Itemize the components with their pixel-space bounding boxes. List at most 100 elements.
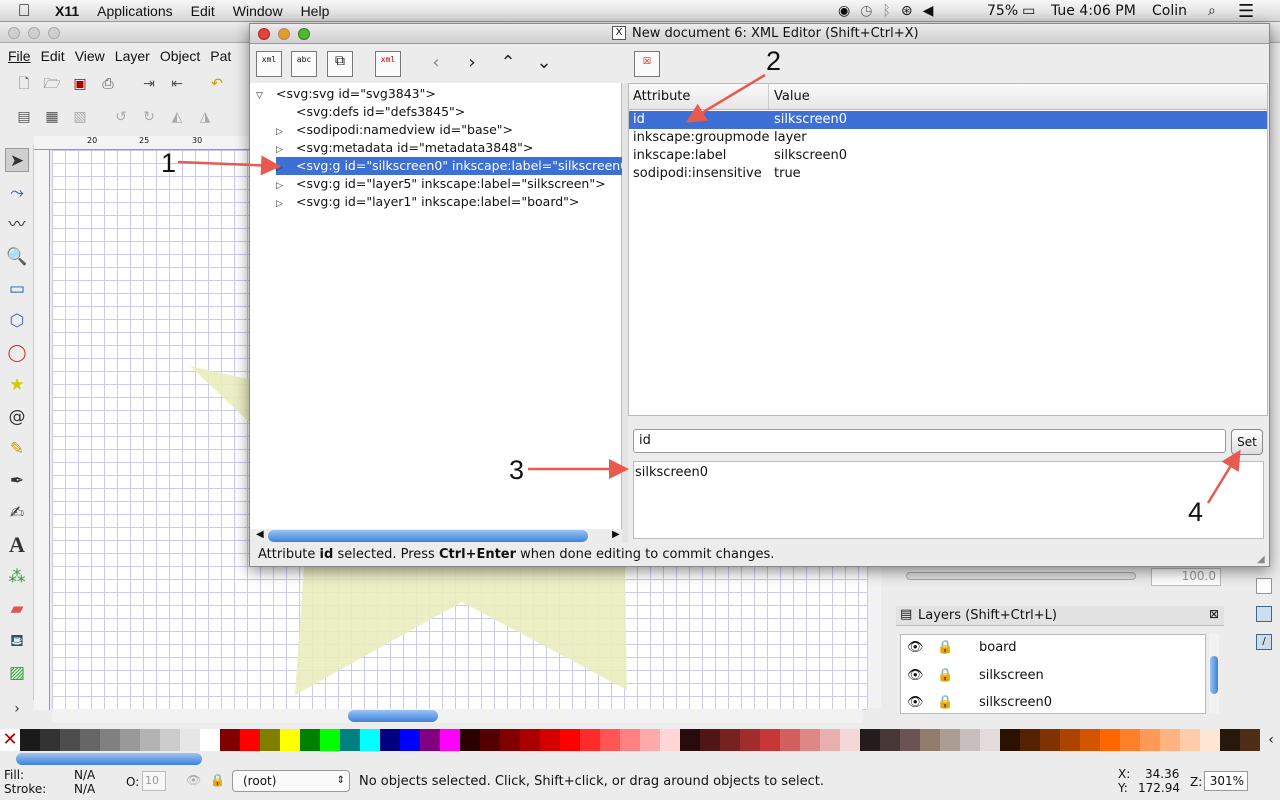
scroll-thumb[interactable]	[1210, 656, 1218, 694]
new-text-node-button[interactable]: abc	[291, 51, 317, 77]
ellipse-tool-icon[interactable]: ◯	[5, 341, 29, 365]
color-swatch[interactable]	[520, 729, 540, 751]
spotlight-icon[interactable]: ⌕	[1208, 0, 1216, 22]
canvas-horizontal-scrollbar[interactable]	[52, 709, 862, 723]
color-swatch[interactable]	[480, 729, 500, 751]
color-swatch[interactable]	[260, 729, 280, 751]
layer-row[interactable]: 👁 🔒 board	[901, 637, 1201, 661]
color-swatch[interactable]	[1180, 729, 1200, 751]
color-swatch[interactable]	[100, 729, 120, 751]
color-swatch[interactable]	[160, 729, 180, 751]
undo-icon[interactable]: ↶	[208, 75, 226, 93]
color-swatch[interactable]	[320, 729, 340, 751]
layer-name[interactable]: silkscreen	[979, 668, 1044, 683]
eye-icon[interactable]: 👁	[907, 668, 924, 683]
grid-icon[interactable]	[1256, 606, 1272, 622]
menu-view[interactable]: View	[70, 48, 110, 64]
color-swatch[interactable]	[120, 729, 140, 751]
save-icon[interactable]: ▣	[71, 75, 89, 93]
chrome-icon[interactable]: ◉	[838, 3, 850, 19]
attribute-row[interactable]: inkscape:groupmode layer	[629, 129, 1267, 147]
color-swatch[interactable]	[1020, 729, 1040, 751]
attribute-name-input[interactable]: id	[633, 429, 1226, 453]
sync-icon[interactable]: ⊛	[901, 3, 913, 19]
duplicate-node-button[interactable]: ⧉	[327, 51, 353, 77]
color-swatch[interactable]	[420, 729, 440, 751]
unindent-icon[interactable]: ‹	[426, 53, 446, 73]
color-swatch[interactable]	[620, 729, 640, 751]
tree-node[interactable]: <svg:defs id="defs3845">	[276, 103, 622, 121]
zoom-field[interactable]: 301%	[1204, 771, 1248, 791]
collapsed-triangle-icon[interactable]: ▷	[276, 195, 288, 211]
color-swatch[interactable]	[60, 729, 80, 751]
color-swatch[interactable]	[20, 729, 40, 751]
color-swatch[interactable]	[220, 729, 240, 751]
rotate-ccw-icon[interactable]: ↺	[112, 108, 130, 126]
collapsed-triangle-icon[interactable]: ▷	[276, 159, 288, 175]
toolbox-more-icon[interactable]: ›	[5, 697, 29, 721]
no-paint-swatch[interactable]: ✕	[0, 729, 20, 751]
attribute-row[interactable]: id silkscreen0	[629, 111, 1267, 129]
eye-icon[interactable]: 👁	[907, 640, 924, 655]
palette-scrollbar[interactable]	[16, 753, 202, 765]
color-swatch[interactable]	[720, 729, 740, 751]
tree-node[interactable]: ▷ <svg:g id="layer5" inkscape:label="silk…	[276, 175, 622, 193]
lock-status-icon[interactable]: 🔒	[210, 773, 225, 787]
opacity-spin[interactable]: 100.0	[1151, 568, 1221, 586]
color-swatch[interactable]	[540, 729, 560, 751]
color-swatch[interactable]	[200, 729, 220, 751]
menu-layer[interactable]: Layer	[110, 48, 155, 64]
color-swatch[interactable]	[700, 729, 720, 751]
layer-dropdown[interactable]: (root) ⇕	[232, 770, 350, 792]
color-swatch[interactable]	[800, 729, 820, 751]
snap-page-icon[interactable]	[1256, 578, 1272, 594]
color-swatch[interactable]	[460, 729, 480, 751]
tree-node[interactable]: ▷ <svg:g id="silkscreen0" inkscape:label=…	[276, 157, 622, 175]
tree-node[interactable]: ▷ <svg:g id="layer1" inkscape:label="boar…	[276, 193, 622, 211]
layer-name[interactable]: board	[979, 640, 1017, 655]
menu-applications[interactable]: Applications	[88, 3, 182, 19]
close-button[interactable]	[258, 28, 270, 40]
lock-icon[interactable]: 🔒	[937, 695, 953, 710]
color-swatch[interactable]	[580, 729, 600, 751]
selector-tool-icon[interactable]: ➤	[5, 148, 29, 172]
import-icon[interactable]: ⇥	[140, 75, 158, 93]
opacity-field[interactable]: 10	[142, 771, 166, 791]
layer-row[interactable]: 👁 🔒 silkscreen0	[901, 693, 1201, 715]
attribute-value-textarea[interactable]: silkscreen0	[633, 461, 1264, 539]
menu-app-x11[interactable]: X11	[46, 3, 88, 19]
color-swatch[interactable]	[1160, 729, 1180, 751]
menu-path[interactable]: Pat	[205, 48, 236, 64]
color-swatch[interactable]	[1140, 729, 1160, 751]
select-all-icon[interactable]: ▤	[15, 108, 33, 126]
node-tool-icon[interactable]: ⤳	[5, 181, 29, 205]
color-swatch[interactable]	[440, 729, 460, 751]
scroll-right-icon[interactable]: ▶	[612, 529, 620, 540]
indent-icon[interactable]: ›	[462, 53, 482, 73]
color-swatch[interactable]	[1000, 729, 1020, 751]
3dbox-tool-icon[interactable]: ⬡	[5, 309, 29, 333]
color-swatch[interactable]	[360, 729, 380, 751]
pen-tool-icon[interactable]: ✒	[5, 469, 29, 493]
minimize-button[interactable]	[278, 28, 290, 40]
resize-grip-icon[interactable]: ◢	[1257, 554, 1265, 565]
expanded-triangle-icon[interactable]: ▽	[256, 87, 268, 103]
color-swatch[interactable]	[900, 729, 920, 751]
bluetooth-icon[interactable]: ᛒ	[882, 3, 890, 19]
menu-edit[interactable]: Edit	[182, 3, 224, 19]
color-swatch[interactable]	[1240, 729, 1260, 751]
rotate-cw-icon[interactable]: ↻	[140, 108, 158, 126]
clock[interactable]: Tue 4:06 PM	[1051, 0, 1136, 22]
volume-icon[interactable]: ◀	[923, 3, 934, 19]
color-swatch[interactable]	[600, 729, 620, 751]
color-swatch[interactable]	[940, 729, 960, 751]
inkscape-minimize-button[interactable]	[28, 27, 40, 39]
color-swatch[interactable]	[560, 729, 580, 751]
color-swatch[interactable]	[80, 729, 100, 751]
deselect-icon[interactable]: ▧	[71, 108, 89, 126]
close-icon[interactable]: ⊠	[1209, 607, 1219, 621]
color-swatch[interactable]	[780, 729, 800, 751]
color-swatch[interactable]	[1200, 729, 1220, 751]
color-swatch[interactable]	[300, 729, 320, 751]
color-swatch[interactable]	[760, 729, 780, 751]
